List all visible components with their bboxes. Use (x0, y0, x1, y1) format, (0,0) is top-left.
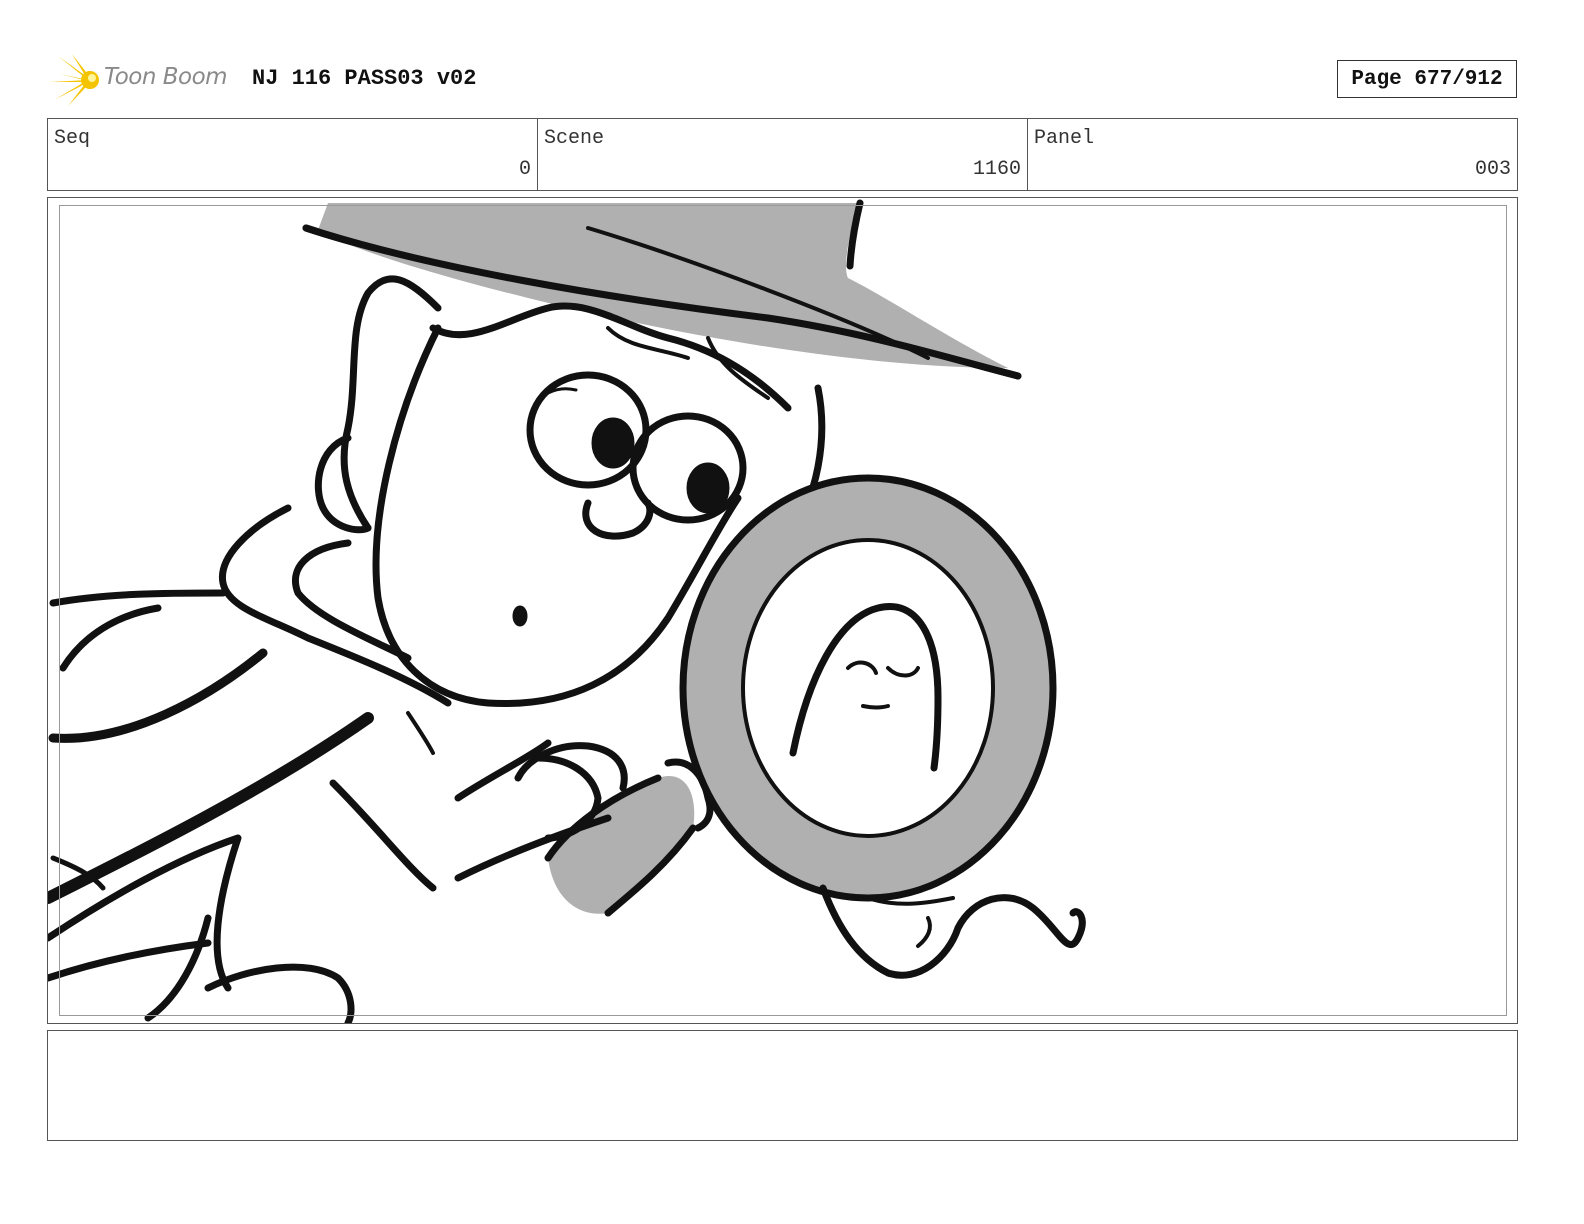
seq-value: 0 (518, 158, 531, 181)
scene-cell: Scene 1160 (538, 119, 1028, 190)
storyboard-sketch (48, 199, 1086, 1023)
seq-cell: Seq 0 (48, 119, 538, 190)
panel-cell: Panel 003 (1028, 119, 1517, 190)
scene-value: 1160 (972, 158, 1021, 181)
panel-info-row: Seq 0 Scene 1160 Panel 003 (47, 118, 1518, 191)
notes-box (47, 1030, 1518, 1141)
logo-text: Toon Boom (104, 64, 228, 90)
scene-label: Scene (544, 127, 605, 150)
seq-label: Seq (54, 127, 91, 150)
panel-value: 003 (1474, 158, 1511, 181)
page-counter: Page 677/912 (1337, 60, 1517, 98)
document-title: NJ 116 PASS03 v02 (252, 66, 477, 91)
magnifier-lens (683, 478, 1053, 898)
panel-label: Panel (1034, 127, 1095, 150)
notes-text (48, 1031, 1517, 1047)
storyboard-frame (47, 197, 1518, 1024)
